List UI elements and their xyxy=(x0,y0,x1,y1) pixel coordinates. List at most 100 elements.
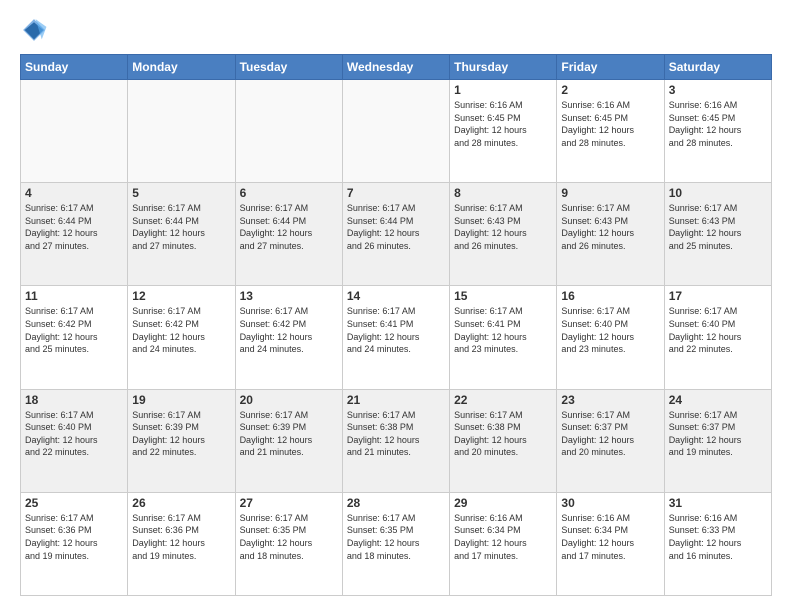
weekday-header-row: SundayMondayTuesdayWednesdayThursdayFrid… xyxy=(21,55,772,80)
day-number: 5 xyxy=(132,186,230,200)
calendar-cell: 25 Sunrise: 6:17 AM Sunset: 6:36 PM Dayli… xyxy=(21,492,128,595)
cell-info: Sunrise: 6:17 AM Sunset: 6:42 PM Dayligh… xyxy=(132,305,230,355)
cell-info: Sunrise: 6:17 AM Sunset: 6:41 PM Dayligh… xyxy=(454,305,552,355)
calendar-cell: 8 Sunrise: 6:17 AM Sunset: 6:43 PM Daylig… xyxy=(450,183,557,286)
calendar-cell: 30 Sunrise: 6:16 AM Sunset: 6:34 PM Dayli… xyxy=(557,492,664,595)
cell-info: Sunrise: 6:17 AM Sunset: 6:41 PM Dayligh… xyxy=(347,305,445,355)
cell-info: Sunrise: 6:17 AM Sunset: 6:44 PM Dayligh… xyxy=(347,202,445,252)
day-number: 13 xyxy=(240,289,338,303)
day-number: 6 xyxy=(240,186,338,200)
cell-info: Sunrise: 6:16 AM Sunset: 6:34 PM Dayligh… xyxy=(454,512,552,562)
cell-info: Sunrise: 6:17 AM Sunset: 6:35 PM Dayligh… xyxy=(240,512,338,562)
calendar-cell: 6 Sunrise: 6:17 AM Sunset: 6:44 PM Daylig… xyxy=(235,183,342,286)
day-number: 9 xyxy=(561,186,659,200)
day-number: 17 xyxy=(669,289,767,303)
day-number: 22 xyxy=(454,393,552,407)
day-number: 29 xyxy=(454,496,552,510)
weekday-header-wednesday: Wednesday xyxy=(342,55,449,80)
calendar-cell: 23Sunrise: 6:17 AM Sunset: 6:37 PM Dayli… xyxy=(557,389,664,492)
day-number: 27 xyxy=(240,496,338,510)
cell-info: Sunrise: 6:17 AM Sunset: 6:43 PM Dayligh… xyxy=(561,202,659,252)
cell-info: Sunrise: 6:17 AM Sunset: 6:39 PM Dayligh… xyxy=(240,409,338,459)
week-row-2: 4 Sunrise: 6:17 AM Sunset: 6:44 PM Daylig… xyxy=(21,183,772,286)
calendar-cell: 27 Sunrise: 6:17 AM Sunset: 6:35 PM Dayli… xyxy=(235,492,342,595)
cell-info: Sunrise: 6:17 AM Sunset: 6:37 PM Dayligh… xyxy=(669,409,767,459)
cell-info: Sunrise: 6:17 AM Sunset: 6:43 PM Dayligh… xyxy=(454,202,552,252)
calendar-cell xyxy=(342,80,449,183)
day-number: 25 xyxy=(25,496,123,510)
weekday-header-friday: Friday xyxy=(557,55,664,80)
calendar-cell: 26 Sunrise: 6:17 AM Sunset: 6:36 PM Dayli… xyxy=(128,492,235,595)
day-number: 3 xyxy=(669,83,767,97)
cell-info: Sunrise: 6:17 AM Sunset: 6:44 PM Dayligh… xyxy=(25,202,123,252)
day-number: 2 xyxy=(561,83,659,97)
calendar-cell: 16 Sunrise: 6:17 AM Sunset: 6:40 PM Dayli… xyxy=(557,286,664,389)
week-row-5: 25 Sunrise: 6:17 AM Sunset: 6:36 PM Dayli… xyxy=(21,492,772,595)
calendar-cell: 10 Sunrise: 6:17 AM Sunset: 6:43 PM Dayli… xyxy=(664,183,771,286)
day-number: 12 xyxy=(132,289,230,303)
cell-info: Sunrise: 6:17 AM Sunset: 6:44 PM Dayligh… xyxy=(132,202,230,252)
cell-info: Sunrise: 6:17 AM Sunset: 6:43 PM Dayligh… xyxy=(669,202,767,252)
calendar-cell: 5 Sunrise: 6:17 AM Sunset: 6:44 PM Daylig… xyxy=(128,183,235,286)
day-number: 30 xyxy=(561,496,659,510)
weekday-header-sunday: Sunday xyxy=(21,55,128,80)
cell-info: Sunrise: 6:17 AM Sunset: 6:38 PM Dayligh… xyxy=(347,409,445,459)
calendar-cell: 31 Sunrise: 6:16 AM Sunset: 6:33 PM Dayli… xyxy=(664,492,771,595)
weekday-header-tuesday: Tuesday xyxy=(235,55,342,80)
day-number: 26 xyxy=(132,496,230,510)
calendar-cell: 3 Sunrise: 6:16 AM Sunset: 6:45 PM Daylig… xyxy=(664,80,771,183)
cell-info: Sunrise: 6:17 AM Sunset: 6:44 PM Dayligh… xyxy=(240,202,338,252)
day-number: 7 xyxy=(347,186,445,200)
calendar-cell: 1Sunrise: 6:16 AM Sunset: 6:45 PM Daylig… xyxy=(450,80,557,183)
header xyxy=(20,16,772,44)
cell-info: Sunrise: 6:17 AM Sunset: 6:36 PM Dayligh… xyxy=(132,512,230,562)
calendar-cell xyxy=(128,80,235,183)
cell-info: Sunrise: 6:17 AM Sunset: 6:40 PM Dayligh… xyxy=(25,409,123,459)
page: SundayMondayTuesdayWednesdayThursdayFrid… xyxy=(0,0,792,612)
week-row-1: 1Sunrise: 6:16 AM Sunset: 6:45 PM Daylig… xyxy=(21,80,772,183)
day-number: 15 xyxy=(454,289,552,303)
day-number: 4 xyxy=(25,186,123,200)
cell-info: Sunrise: 6:16 AM Sunset: 6:45 PM Dayligh… xyxy=(454,99,552,149)
calendar-cell: 24 Sunrise: 6:17 AM Sunset: 6:37 PM Dayli… xyxy=(664,389,771,492)
cell-info: Sunrise: 6:17 AM Sunset: 6:36 PM Dayligh… xyxy=(25,512,123,562)
calendar-cell: 18 Sunrise: 6:17 AM Sunset: 6:40 PM Dayli… xyxy=(21,389,128,492)
day-number: 24 xyxy=(669,393,767,407)
cell-info: Sunrise: 6:17 AM Sunset: 6:40 PM Dayligh… xyxy=(561,305,659,355)
calendar-cell: 21Sunrise: 6:17 AM Sunset: 6:38 PM Dayli… xyxy=(342,389,449,492)
calendar-cell: 28Sunrise: 6:17 AM Sunset: 6:35 PM Dayli… xyxy=(342,492,449,595)
calendar-cell: 11 Sunrise: 6:17 AM Sunset: 6:42 PM Dayli… xyxy=(21,286,128,389)
weekday-header-saturday: Saturday xyxy=(664,55,771,80)
cell-info: Sunrise: 6:16 AM Sunset: 6:45 PM Dayligh… xyxy=(561,99,659,149)
day-number: 18 xyxy=(25,393,123,407)
cell-info: Sunrise: 6:16 AM Sunset: 6:34 PM Dayligh… xyxy=(561,512,659,562)
calendar-cell: 29 Sunrise: 6:16 AM Sunset: 6:34 PM Dayli… xyxy=(450,492,557,595)
calendar: SundayMondayTuesdayWednesdayThursdayFrid… xyxy=(20,54,772,596)
day-number: 23 xyxy=(561,393,659,407)
day-number: 28 xyxy=(347,496,445,510)
cell-info: Sunrise: 6:17 AM Sunset: 6:39 PM Dayligh… xyxy=(132,409,230,459)
cell-info: Sunrise: 6:16 AM Sunset: 6:45 PM Dayligh… xyxy=(669,99,767,149)
day-number: 20 xyxy=(240,393,338,407)
day-number: 31 xyxy=(669,496,767,510)
day-number: 8 xyxy=(454,186,552,200)
day-number: 11 xyxy=(25,289,123,303)
calendar-cell xyxy=(21,80,128,183)
calendar-cell: 20 Sunrise: 6:17 AM Sunset: 6:39 PM Dayli… xyxy=(235,389,342,492)
calendar-cell: 4 Sunrise: 6:17 AM Sunset: 6:44 PM Daylig… xyxy=(21,183,128,286)
day-number: 16 xyxy=(561,289,659,303)
cell-info: Sunrise: 6:17 AM Sunset: 6:42 PM Dayligh… xyxy=(25,305,123,355)
calendar-cell: 19Sunrise: 6:17 AM Sunset: 6:39 PM Dayli… xyxy=(128,389,235,492)
cell-info: Sunrise: 6:17 AM Sunset: 6:40 PM Dayligh… xyxy=(669,305,767,355)
weekday-header-monday: Monday xyxy=(128,55,235,80)
calendar-cell: 17 Sunrise: 6:17 AM Sunset: 6:40 PM Dayli… xyxy=(664,286,771,389)
week-row-4: 18 Sunrise: 6:17 AM Sunset: 6:40 PM Dayli… xyxy=(21,389,772,492)
calendar-cell: 12 Sunrise: 6:17 AM Sunset: 6:42 PM Dayli… xyxy=(128,286,235,389)
weekday-header-thursday: Thursday xyxy=(450,55,557,80)
cell-info: Sunrise: 6:17 AM Sunset: 6:38 PM Dayligh… xyxy=(454,409,552,459)
week-row-3: 11 Sunrise: 6:17 AM Sunset: 6:42 PM Dayli… xyxy=(21,286,772,389)
day-number: 10 xyxy=(669,186,767,200)
cell-info: Sunrise: 6:16 AM Sunset: 6:33 PM Dayligh… xyxy=(669,512,767,562)
day-number: 14 xyxy=(347,289,445,303)
logo xyxy=(20,16,52,44)
